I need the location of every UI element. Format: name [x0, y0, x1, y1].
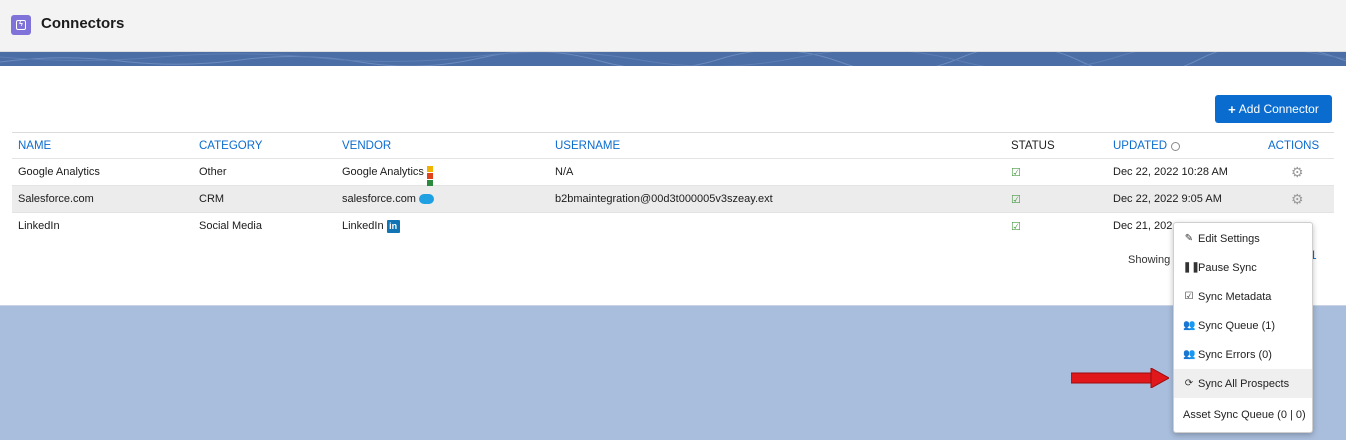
lightning-bolt-icon: ϟ	[11, 15, 31, 35]
menu-item-sync-metadata[interactable]: ☑ Sync Metadata	[1174, 282, 1312, 311]
connector-category: Other	[199, 166, 227, 178]
connector-name: Google Analytics	[18, 166, 100, 178]
add-connector-label: Add Connector	[1238, 102, 1319, 116]
menu-item-sync-all-prospects[interactable]: ⟳ Sync All Prospects	[1174, 369, 1312, 398]
refresh-icon: ⟳	[1184, 378, 1194, 389]
column-header-actions: ACTIONS	[1268, 140, 1320, 152]
column-header-category[interactable]: CATEGORY	[199, 133, 262, 159]
page-header: ϟ Connectors	[0, 0, 1346, 52]
menu-item-pause-sync[interactable]: ❚❚ Pause Sync	[1174, 253, 1312, 282]
page-title: Connectors	[41, 15, 125, 32]
connector-name: LinkedIn	[18, 220, 60, 232]
connector-username: b2bmaintegration@00d3t000005v3szeay.ext	[555, 193, 773, 205]
menu-item-asset-sync-queue[interactable]: Asset Sync Queue (0 | 0)	[1174, 398, 1312, 432]
column-header-username[interactable]: USERNAME	[555, 133, 620, 159]
connector-vendor: Google Analytics	[342, 159, 440, 193]
users-icon: 👥	[1183, 320, 1196, 331]
connector-name: Salesforce.com	[18, 193, 94, 205]
menu-item-label: Sync Errors (0)	[1198, 348, 1272, 361]
gear-icon[interactable]: ⚙	[1291, 159, 1304, 185]
check-square-icon: ☑	[1184, 291, 1194, 302]
edit-icon: ✎	[1184, 233, 1194, 244]
menu-item-label: Sync Queue (1)	[1198, 319, 1276, 332]
connector-updated: Dec 21, 202	[1113, 220, 1173, 232]
add-connector-button[interactable]: + Add Connector	[1215, 95, 1332, 123]
connector-updated: Dec 22, 2022 9:05 AM	[1113, 193, 1222, 205]
connector-username: N/A	[555, 166, 574, 178]
check-square-icon: ☑	[1011, 193, 1021, 206]
pause-icon: ❚❚	[1183, 262, 1200, 273]
column-header-name[interactable]: NAME	[18, 133, 51, 159]
menu-item-label: Asset Sync Queue (0 | 0)	[1183, 409, 1306, 421]
table-row: LinkedIn Social Media LinkedIn in ☑ Dec …	[12, 213, 1334, 240]
linkedin-icon: in	[386, 219, 400, 233]
menu-item-sync-queue[interactable]: 👥 Sync Queue (1)	[1174, 311, 1312, 340]
table-row: Google Analytics Other Google Analytics …	[12, 159, 1334, 193]
vendor-label: LinkedIn	[342, 220, 384, 232]
decorative-band	[0, 52, 1346, 66]
connector-vendor: LinkedIn in	[342, 213, 400, 239]
users-icon: 👥	[1183, 349, 1196, 360]
menu-item-label: Sync Metadata	[1198, 290, 1272, 303]
connector-category: CRM	[199, 193, 225, 205]
plus-icon: +	[1228, 101, 1236, 117]
connector-vendor: salesforce.com	[342, 186, 434, 212]
column-header-updated-label: UPDATED	[1113, 140, 1168, 152]
column-header-vendor[interactable]: VENDOR	[342, 133, 391, 159]
menu-item-sync-errors[interactable]: 👥 Sync Errors (0)	[1174, 340, 1312, 369]
gear-icon[interactable]: ⚙	[1291, 186, 1304, 212]
menu-item-label: Pause Sync	[1198, 261, 1257, 274]
menu-item-label: Edit Settings	[1198, 232, 1260, 245]
connector-category: Social Media	[199, 220, 262, 232]
vendor-label: salesforce.com	[342, 193, 416, 205]
column-header-updated[interactable]: UPDATED	[1113, 133, 1181, 159]
menu-item-edit-settings[interactable]: ✎ Edit Settings	[1174, 224, 1312, 253]
menu-item-label: Sync All Prospects	[1198, 377, 1290, 390]
vendor-label: Google Analytics	[342, 166, 424, 178]
column-header-status: STATUS	[1011, 140, 1055, 152]
table-row: Salesforce.com CRM salesforce.com b2bmai…	[12, 186, 1334, 213]
actions-dropdown-menu: ✎ Edit Settings ❚❚ Pause Sync ☑ Sync Met…	[1173, 222, 1313, 433]
check-square-icon: ☑	[1011, 220, 1021, 233]
table-header-row: NAME CATEGORY VENDOR USERNAME STATUS UPD…	[12, 132, 1334, 159]
salesforce-cloud-icon	[418, 194, 434, 204]
pagination-showing-text: Showing	[1128, 254, 1171, 266]
check-square-icon: ☑	[1011, 166, 1021, 179]
red-arrow-annotation	[1071, 368, 1169, 388]
google-analytics-icon	[426, 165, 440, 193]
connector-updated: Dec 22, 2022 10:28 AM	[1113, 166, 1228, 178]
sort-indicator-icon	[1171, 141, 1181, 151]
